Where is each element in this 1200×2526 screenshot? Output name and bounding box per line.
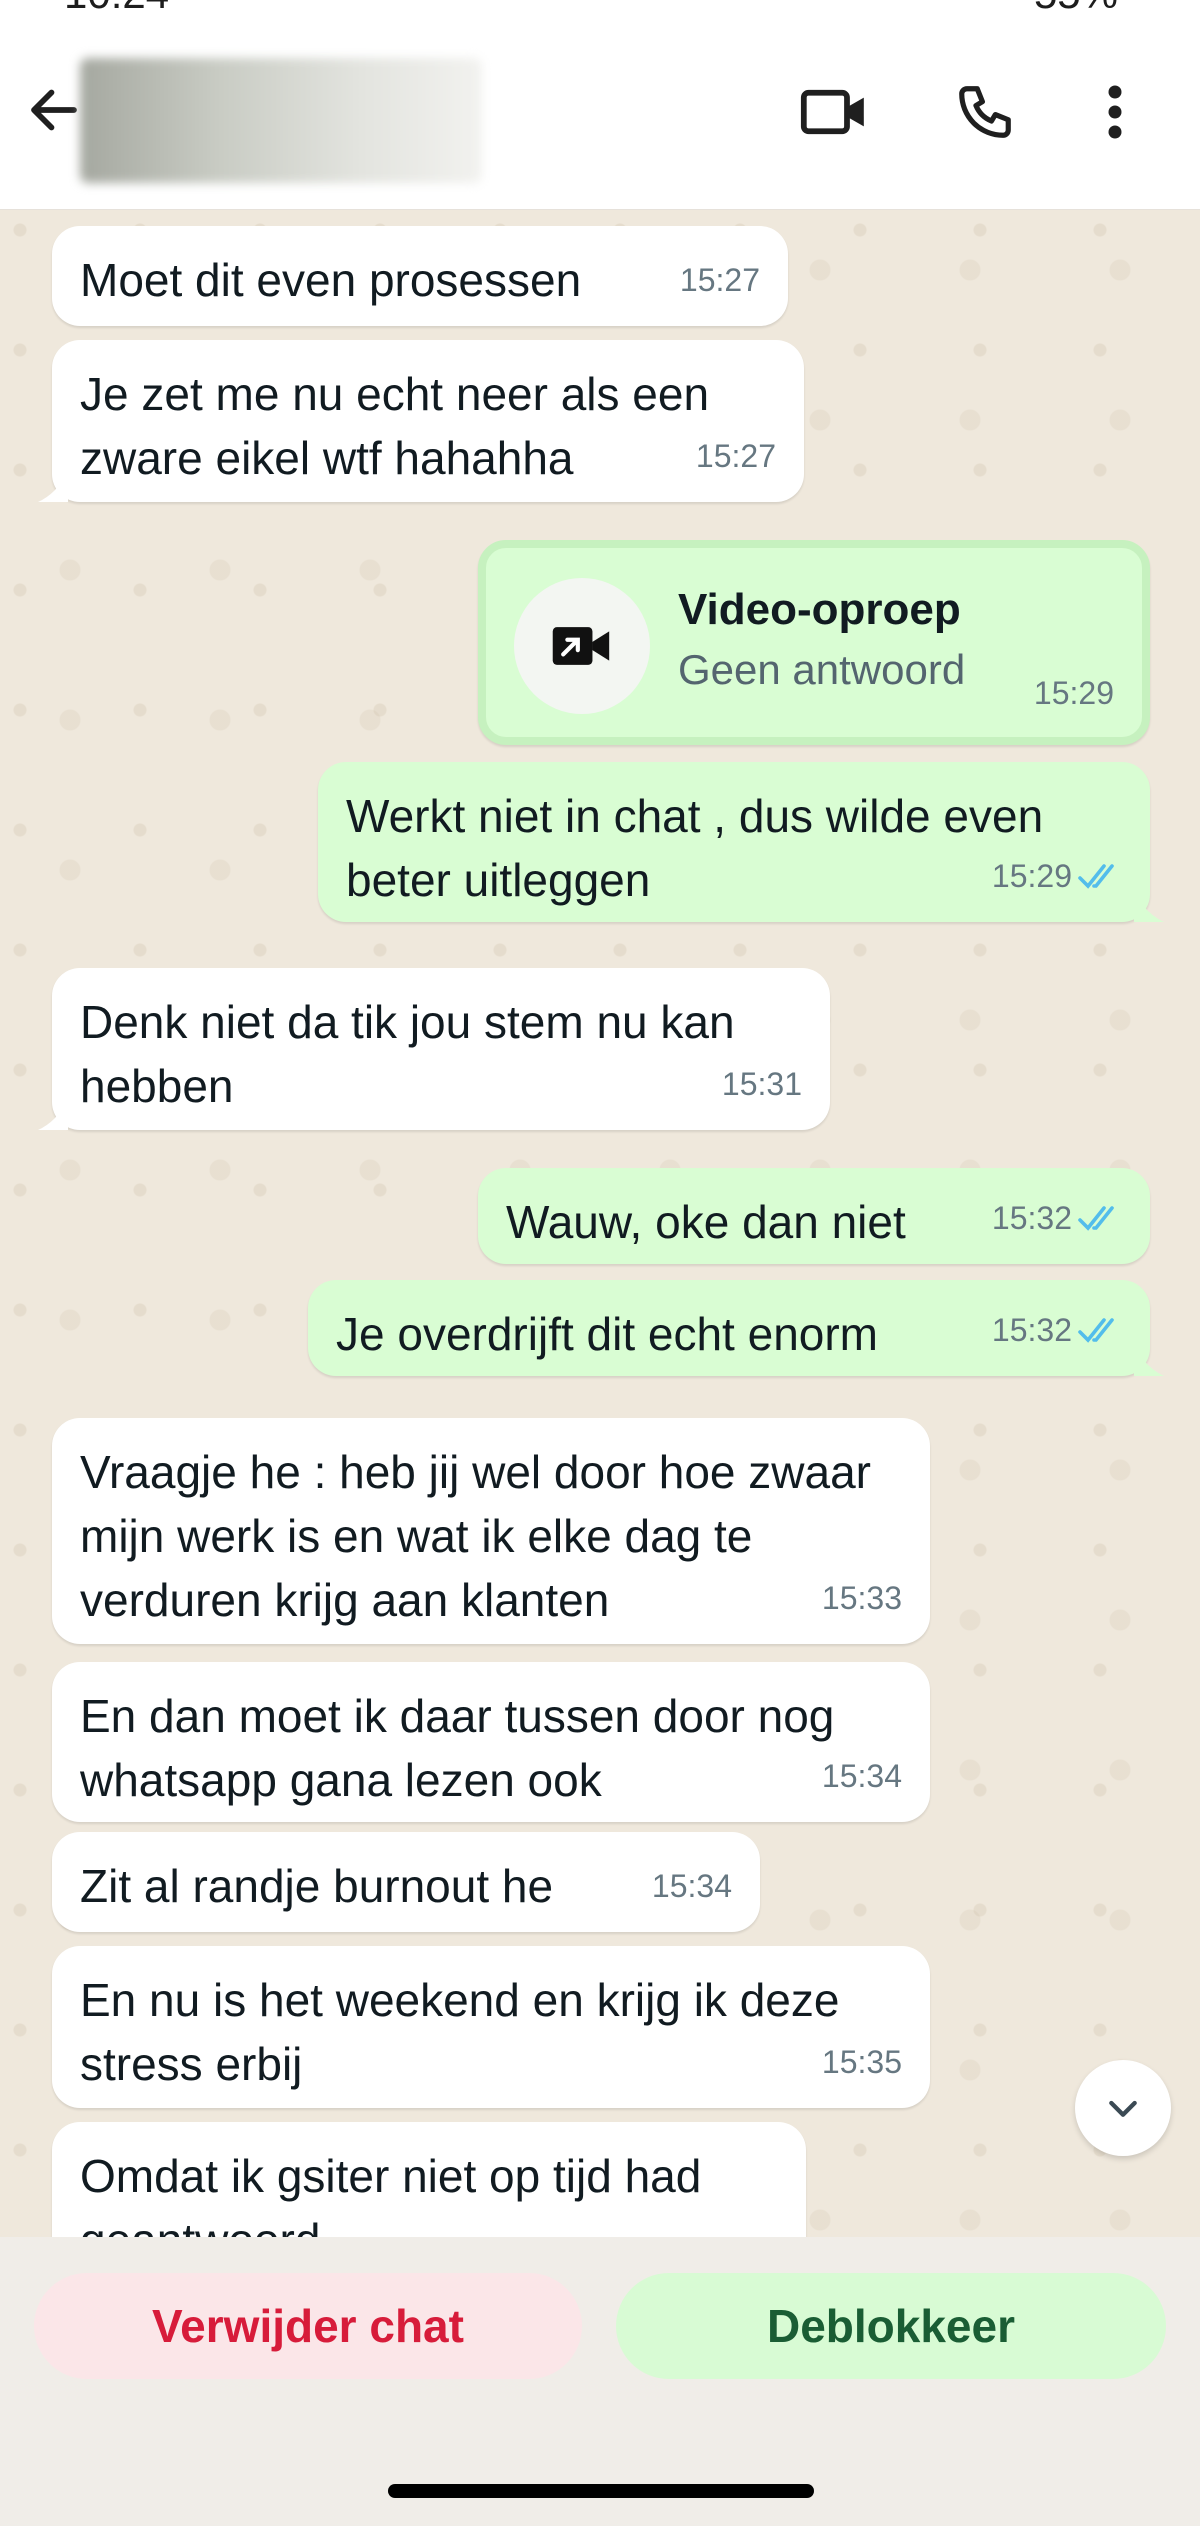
contact-avatar-name-blurred[interactable] [80, 58, 482, 183]
call-icon-circle [514, 578, 650, 714]
bubble-tail [38, 1100, 68, 1130]
incoming-message[interactable]: Denk niet da tik jou stem nu kan hebben … [38, 968, 830, 1130]
blocked-contact-actions: Verwijder chat Deblokkeer [0, 2237, 1200, 2526]
call-title: Video-oproep [678, 585, 961, 634]
missed-video-call-card[interactable]: Video-oproep Geen antwoord 15:29 [478, 540, 1150, 745]
incoming-message[interactable]: En nu is het weekend en krijg ik deze st… [52, 1946, 930, 2108]
status-time: 10:24 [64, 0, 169, 18]
video-call-button[interactable] [790, 72, 880, 152]
message-text: En nu is het weekend en krijg ik deze st… [80, 1974, 840, 2090]
message-text: En dan moet ik daar tussen door nog what… [80, 1690, 835, 1806]
more-vertical-icon [1108, 85, 1122, 139]
incoming-message[interactable]: Moet dit even prosessen 15:27 [52, 226, 788, 326]
phone-icon [959, 86, 1011, 138]
message-text: Moet dit even prosessen [80, 254, 582, 306]
chevron-down-icon [1109, 2100, 1137, 2117]
message-time: 15:35 [821, 2044, 902, 2080]
message-text: Vraagje he : heb jij wel door hoe zwaar … [80, 1446, 871, 1626]
chat-header [0, 22, 1200, 210]
unblock-button[interactable]: Deblokkeer [616, 2273, 1166, 2379]
incoming-message[interactable]: En dan moet ik daar tussen door nog what… [52, 1662, 930, 1822]
outgoing-message[interactable]: Wauw, oke dan niet 15:32 [478, 1168, 1150, 1264]
double-check-icon [1078, 1206, 1114, 1231]
double-check-icon [1078, 864, 1114, 889]
outgoing-message[interactable]: Werkt niet in chat , dus wilde even bete… [318, 762, 1164, 922]
message-time: 15:27 [695, 438, 776, 474]
message-text: Omdat ik gsiter niet op tijd had geantwo… [80, 2150, 702, 2237]
message-time: 15:32 [992, 1298, 1122, 1362]
message-time: 15:33 [821, 1580, 902, 1616]
message-time: 15:29 [1033, 675, 1114, 711]
call-status: Geen antwoord [678, 646, 966, 693]
status-bar: 10:24 55% [0, 0, 1200, 22]
message-text: Je zet me nu echt neer als een zware eik… [80, 368, 710, 484]
message-time: 15:34 [821, 1758, 902, 1794]
battery-level: 55% [1034, 0, 1118, 18]
arrow-left-icon [31, 89, 77, 131]
outgoing-video-icon [552, 627, 610, 665]
message-time: 15:32 [992, 1186, 1122, 1250]
home-indicator[interactable] [388, 2484, 814, 2498]
bubble-tail [1134, 892, 1164, 922]
chat-messages[interactable]: Moet dit even prosessen 15:27 Je zet me … [0, 210, 1200, 2237]
incoming-message[interactable]: Zit al randje burnout he 15:34 [52, 1832, 760, 1932]
incoming-message[interactable]: Omdat ik gsiter niet op tijd had geantwo… [52, 2122, 806, 2237]
more-options-button[interactable] [1080, 72, 1150, 152]
bubble-tail [38, 472, 68, 502]
message-text: Denk niet da tik jou stem nu kan hebben [80, 996, 735, 1112]
outgoing-message[interactable]: Je overdrijft dit echt enorm 15:32 [308, 1280, 1164, 1376]
message-time: 15:34 [651, 1868, 732, 1904]
scroll-to-bottom-button[interactable] [1075, 2060, 1171, 2156]
video-call-icon [800, 89, 864, 135]
message-text: Zit al randje burnout he [80, 1860, 554, 1912]
voice-call-button[interactable] [940, 72, 1030, 152]
delete-chat-button[interactable]: Verwijder chat [34, 2273, 582, 2379]
incoming-message[interactable]: Vraagje he : heb jij wel door hoe zwaar … [52, 1418, 930, 1644]
incoming-message[interactable]: Je zet me nu echt neer als een zware eik… [38, 340, 804, 502]
message-time: 15:29 [992, 844, 1122, 908]
bubble-tail [1134, 1346, 1164, 1376]
message-time: 15:27 [679, 262, 760, 298]
double-check-icon [1078, 1318, 1114, 1343]
message-time: 15:31 [721, 1066, 802, 1102]
